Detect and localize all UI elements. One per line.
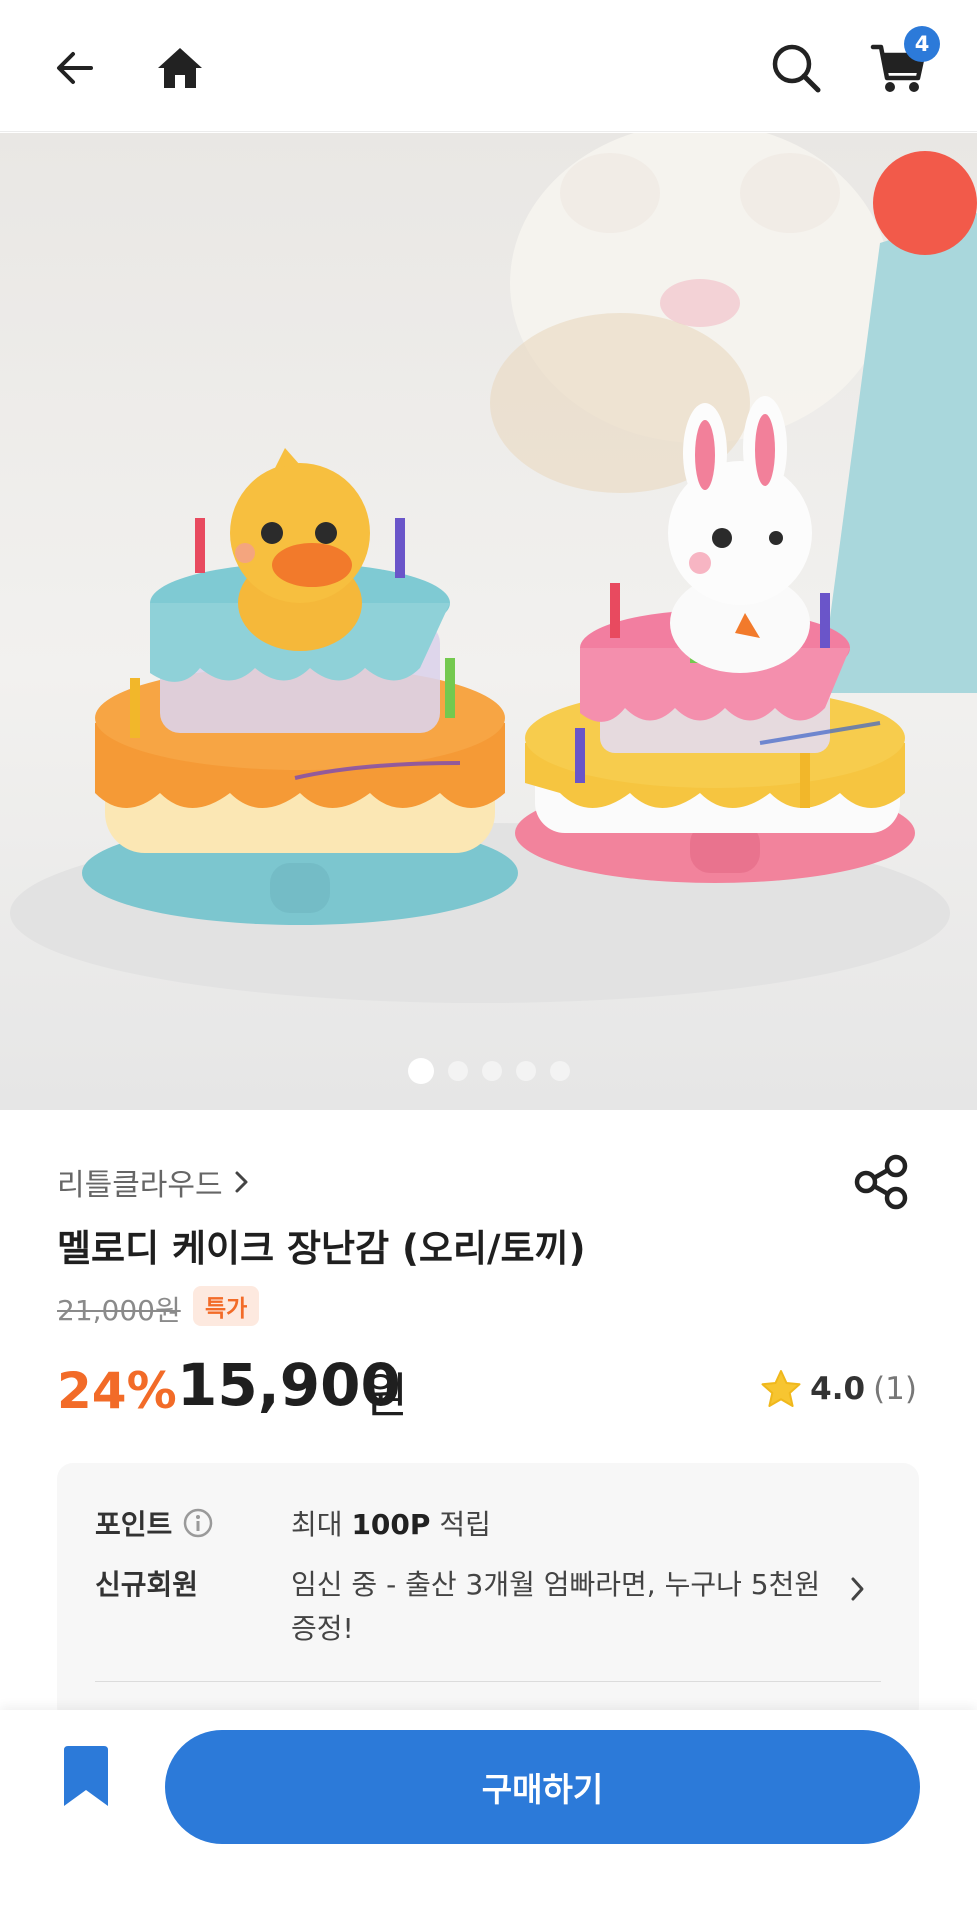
search-button[interactable] <box>756 28 836 108</box>
divider <box>95 1681 881 1682</box>
point-value: 최대 100P 적립 <box>291 1503 491 1543</box>
carousel-dot[interactable] <box>407 1058 434 1084</box>
point-prefix: 최대 <box>291 1508 343 1541</box>
product-image <box>0 133 977 1110</box>
share-button[interactable] <box>852 1152 912 1212</box>
arrow-left-icon <box>57 52 93 84</box>
point-suffix: 적립 <box>439 1508 491 1541</box>
home-icon <box>158 48 202 88</box>
chevron-right-icon[interactable] <box>847 1575 869 1603</box>
carousel-pagination <box>0 1058 977 1084</box>
top-app-bar: 4 <box>0 0 977 132</box>
bookmark-icon <box>64 1746 108 1806</box>
review-count: (1) <box>873 1371 917 1407</box>
bookmark-button[interactable] <box>58 1746 114 1816</box>
member-label: 신규회원 <box>95 1568 199 1601</box>
rating-score: 4.0 <box>810 1371 866 1407</box>
cart-count-badge: 4 <box>904 26 940 62</box>
benefits-box: 포인트 최대 100P 적립 신규회원 임신 중 - 출산 3개월 엄빠라면, … <box>57 1463 919 1723</box>
brand-link[interactable]: 리틀클라우드 <box>57 1160 253 1204</box>
currency-unit: 원 <box>364 1368 409 1424</box>
point-label-row: 포인트 <box>95 1503 214 1543</box>
member-benefit-link[interactable]: 임신 중 - 출산 3개월 엄빠라면, 누구나 5천원 증정! <box>291 1563 851 1651</box>
point-amount: 100P <box>351 1508 431 1541</box>
brand-name: 리틀클라우드 <box>57 1168 223 1203</box>
home-button[interactable] <box>140 28 220 108</box>
carousel-dot[interactable] <box>549 1061 570 1081</box>
back-button[interactable] <box>35 28 115 108</box>
original-price: 21,000원 <box>57 1294 181 1327</box>
carousel-dot[interactable] <box>515 1061 536 1081</box>
product-title: 멜로디 케이크 장난감 (오리/토끼) <box>57 1227 586 1270</box>
bottom-action-bar: 구매하기 <box>0 1710 977 1920</box>
share-icon <box>854 1154 908 1210</box>
product-image-carousel[interactable] <box>0 133 977 1110</box>
rating-summary[interactable]: 4.0 (1) <box>760 1368 917 1410</box>
member-benefit-line2: 증정! <box>291 1612 354 1645</box>
buy-button[interactable]: 구매하기 <box>165 1730 920 1844</box>
carousel-dot[interactable] <box>481 1061 502 1081</box>
search-icon <box>772 44 821 93</box>
member-benefit-line1: 임신 중 - 출산 3개월 엄빠라면, 누구나 5천원 <box>291 1568 821 1601</box>
special-price-tag: 특가 <box>193 1286 260 1326</box>
info-icon[interactable] <box>182 1507 214 1539</box>
discount-rate: 24% <box>57 1362 177 1420</box>
star-icon <box>761 1370 801 1407</box>
chevron-right-icon <box>235 1171 248 1193</box>
point-label: 포인트 <box>95 1508 173 1541</box>
carousel-dot[interactable] <box>447 1061 468 1081</box>
